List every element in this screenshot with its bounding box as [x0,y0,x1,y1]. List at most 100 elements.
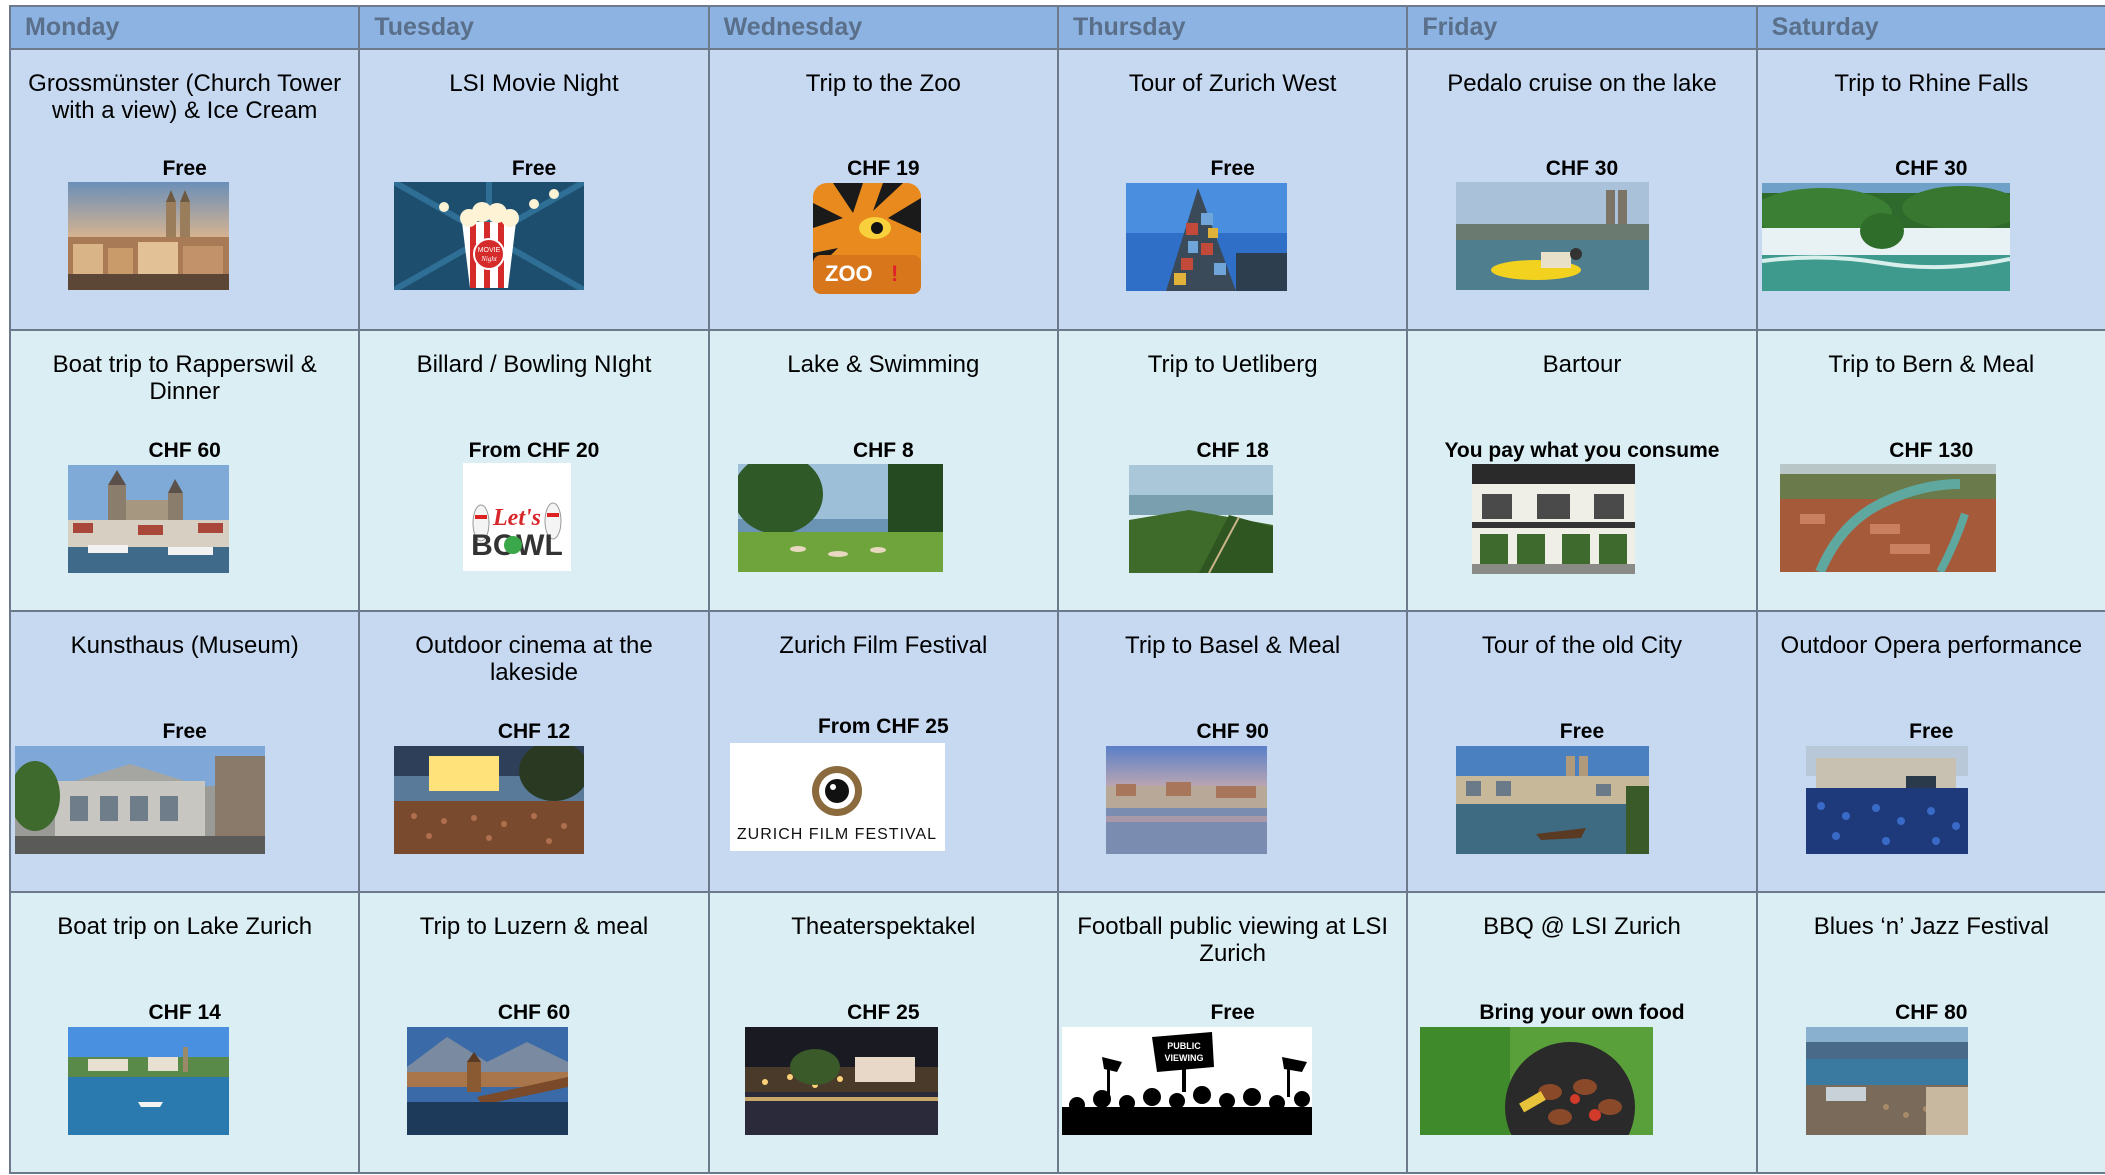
svg-text:VIEWING: VIEWING [1164,1053,1203,1063]
theater-night-image [744,1027,938,1135]
activity-price: From CHF 20 [468,439,600,462]
day-header-row: Monday Tuesday Wednesday Thursday Friday… [8,5,2105,50]
activity-price: CHF 8 [852,439,914,462]
activity-cell: Tour of Zurich West Free [1056,48,1409,331]
rapperswil-castle-image [68,465,229,573]
bern-aerial-image [1779,464,1996,572]
activity-price: CHF 90 [1196,720,1269,743]
glass-tower-image [1125,183,1287,291]
activity-title: Trip to Basel & Meal [1125,632,1341,659]
bbq-grill-image [1420,1027,1654,1135]
activity-row-3: Kunsthaus (Museum) Free Outdoor cinema a… [8,610,2105,893]
day-header-wednesday: Wednesday [707,5,1059,50]
activity-title: Kunsthaus (Museum) [70,632,299,659]
activity-cell: Boat trip on Lake Zurich CHF 14 [8,891,361,1174]
activity-title: Trip to Rhine Falls [1834,70,2029,97]
activity-price: From CHF 25 [817,715,949,738]
activity-price: Bring your own food [1479,1001,1685,1024]
activity-cell: Football public viewing at LSI Zurich Fr… [1056,891,1409,1174]
activity-price: CHF 130 [1889,439,1974,462]
activity-price: CHF 19 [847,157,920,180]
activity-title: Outdoor Opera performance [1780,632,2083,659]
activity-title: Boat trip to Rapperswil & Dinner [52,351,317,405]
activity-title: Theaterspektakel [791,913,976,940]
activity-price: Free [1210,1001,1255,1024]
activity-title: Bartour [1542,351,1622,378]
kunsthaus-building-image [15,746,265,854]
activity-title: LSI Movie Night [449,70,619,97]
activity-cell: Pedalo cruise on the lake CHF 30 [1406,48,1758,331]
activity-title: Trip to the Zoo [805,70,961,97]
day-header-tuesday: Tuesday [358,5,710,50]
activity-title: Outdoor cinema at the lakeside [415,632,653,686]
activity-row-1: Grossmünster (Church Tower with a view) … [8,48,2105,331]
activity-cell: Outdoor cinema at the lakeside CHF 12 [358,610,710,893]
zoo-tiger-logo-image: ZOO ! [812,183,921,294]
activity-title: Billard / Bowling NIght [416,351,652,378]
svg-text:!: ! [891,261,898,286]
activity-title: Trip to Uetliberg [1147,351,1318,378]
activity-title: Tour of the old City [1481,632,1683,659]
activity-cell: Grossmünster (Church Tower with a view) … [8,48,361,331]
public-viewing-crowd-image: PUBLIC VIEWING [1061,1027,1312,1135]
activity-title: Trip to Bern & Meal [1828,351,2035,378]
jazz-festival-lake-image [1805,1027,1968,1135]
activity-price: You pay what you consume [1444,439,1720,462]
activity-price: Free [1559,720,1605,743]
activity-price: CHF 18 [1196,439,1269,462]
activity-price: Free [162,157,207,180]
activity-cell: Boat trip to Rapperswil & Dinner CHF 60 [8,329,361,612]
activity-price: CHF 60 [497,1001,571,1024]
lets-bowl-logo-image: Let's BOWL [463,463,572,571]
basel-riverside-image [1105,746,1267,854]
rhine-falls-image [1761,183,2010,291]
activity-title: Zurich Film Festival [779,632,988,659]
activity-price: CHF 12 [497,720,571,743]
activity-price: Free [1210,157,1255,180]
grossmunster-cityscape-image [68,182,229,290]
svg-text:PUBLIC: PUBLIC [1167,1041,1201,1051]
activity-price: CHF 30 [1895,157,1968,180]
outdoor-cinema-image [394,746,585,854]
activity-price: Free [1909,720,1954,743]
activity-price: Free [511,157,557,180]
activity-price: CHF 14 [148,1001,221,1024]
opera-crowd-image [1805,746,1968,854]
lake-zurich-boat-image [68,1027,229,1135]
activity-cell: Kunsthaus (Museum) Free [8,610,361,893]
activity-cell: Tour of the old City Free [1406,610,1758,893]
activity-price: Free [162,720,207,743]
activity-price: CHF 80 [1895,1001,1968,1024]
popcorn-movie-night-image: MOVIE Night [394,182,585,290]
film-festival-logo-image: ZURICH FILM FESTIVAL [729,743,945,851]
activity-cell: LSI Movie Night Free MOVIE Night [358,48,710,331]
activity-price: CHF 30 [1545,157,1619,180]
activity-cell: Bartour You pay what you consume [1406,329,1758,612]
luzern-bridge-image [407,1027,569,1135]
activity-cell: Trip to Luzern & meal CHF 60 [358,891,710,1174]
activity-price: CHF 25 [847,1001,920,1024]
uetliberg-hills-image [1128,465,1273,573]
activity-row-2: Boat trip to Rapperswil & Dinner CHF 60 [8,329,2105,612]
activity-title: Lake & Swimming [787,351,980,378]
activity-title: Tour of Zurich West [1128,70,1337,97]
pedalo-lake-image [1456,182,1650,290]
activity-cell: Billard / Bowling NIght From CHF 20 Let'… [358,329,710,612]
activity-cell: Zurich Film Festival From CHF 25 ZURICH … [707,610,1059,893]
activity-cell: Trip to the Zoo CHF 19 ZOO ! [707,48,1059,331]
pub-facade-image [1472,464,1636,574]
activity-schedule: Monday Tuesday Wednesday Thursday Friday… [0,0,2105,1175]
svg-text:Night: Night [481,255,499,263]
day-header-saturday: Saturday [1755,5,2105,50]
svg-text:Let's: Let's [492,505,541,531]
activity-cell: BBQ @ LSI Zurich Bring your own food [1406,891,1758,1174]
activity-cell: Lake & Swimming CHF 8 [707,329,1059,612]
activity-title: Pedalo cruise on the lake [1447,70,1717,97]
activity-title: Trip to Luzern & meal [419,913,649,940]
svg-text:ZURICH FILM FESTIVAL: ZURICH FILM FESTIVAL [737,826,937,843]
activity-cell: Trip to Basel & Meal CHF 90 [1056,610,1409,893]
day-header-monday: Monday [8,5,361,50]
activity-cell: Blues ‘n’ Jazz Festival CHF 80 [1755,891,2105,1174]
svg-text:ZOO: ZOO [825,261,873,286]
weekly-activity-table: Monday Tuesday Wednesday Thursday Friday… [8,5,2105,1174]
